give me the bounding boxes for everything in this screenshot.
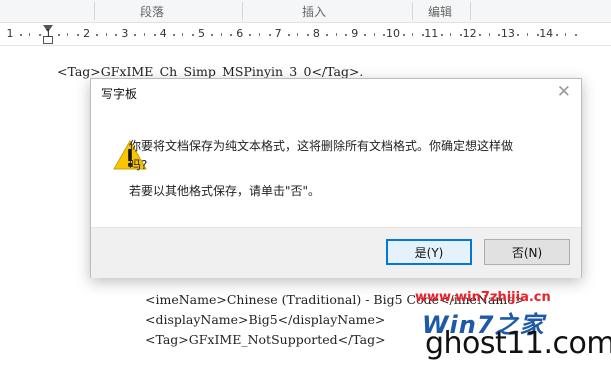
ruler-number: 14 [539, 27, 554, 40]
ruler-tick [38, 34, 41, 36]
ruler-tick [412, 33, 414, 36]
ruler-tick [153, 34, 156, 36]
ruler-tick [373, 33, 375, 36]
ruler-number: 7 [274, 27, 282, 40]
document-line: <Tag>GFxIME_Ch_Simp_MSPinyin_3_0</Tag>. [57, 64, 364, 79]
ruler-tick [249, 34, 252, 36]
ruler-tick [287, 34, 290, 36]
ruler-tick [211, 34, 214, 36]
document-line: <displayName>Big5</displayName> [145, 312, 386, 327]
dialog-message-line: 吗? [129, 158, 148, 172]
ruler-tick [96, 34, 99, 36]
ribbon-separator [242, 2, 243, 20]
ruler-number: 3 [121, 27, 129, 40]
ruler-number: 6 [236, 27, 244, 40]
ruler-number: 9 [351, 27, 359, 40]
dialog-titlebar[interactable]: 写字板 ✕ [91, 79, 581, 107]
ruler-tick [527, 33, 529, 36]
ruler-tick [325, 34, 328, 36]
ruler-tick [144, 33, 146, 36]
ruler-tick [565, 33, 567, 36]
ribbon-separator [94, 2, 95, 20]
no-button[interactable]: 否(N) [484, 239, 570, 265]
ribbon-group-paragraph[interactable]: 段落 [140, 3, 164, 20]
ruler-tick [364, 34, 367, 36]
ruler-tick [574, 34, 577, 36]
save-format-dialog: 写字板 ✕ 你要将文档保存为纯文本格式，这将删除所有文档格式。你确定想这样做 吗… [90, 78, 582, 278]
ruler-number: 4 [159, 27, 167, 40]
ruler-number: 13 [500, 27, 515, 40]
ruler-tick [345, 34, 348, 36]
ruler-tick [555, 34, 558, 36]
ruler-tick [488, 33, 490, 36]
ruler-tick [220, 33, 222, 36]
yes-button[interactable]: 是(Y) [386, 239, 472, 265]
dialog-secondary-message: 若要以其他格式保存，请单击"否"。 [129, 184, 321, 198]
ruler-tick [67, 33, 69, 36]
ruler-tick [517, 34, 520, 36]
ruler-tick [19, 34, 22, 36]
ruler-tick [450, 33, 452, 36]
ruler-number: 11 [424, 27, 439, 40]
ruler-tick [258, 33, 260, 36]
ruler-number: 1 [6, 27, 14, 40]
dialog-message: 你要将文档保存为纯文本格式，这将删除所有文档格式。你确定想这样做 吗? [129, 137, 569, 175]
ruler-number: 8 [312, 27, 320, 40]
ruler-tick [77, 34, 80, 36]
ruler-number: 5 [198, 27, 205, 40]
ruler-tick [29, 33, 31, 36]
ruler-number: 10 [386, 27, 400, 40]
ribbon-separator [470, 2, 471, 20]
ruler-tick [57, 34, 60, 36]
document-line: <Tag>GFxIME_NotSupported</Tag> [145, 332, 386, 347]
ribbon-group-insert[interactable]: 插入 [302, 3, 326, 20]
dialog-message-line: 你要将文档保存为纯文本格式，这将删除所有文档格式。你确定想这样做 [129, 139, 514, 153]
ribbon-group-bar: 段落 插入 编辑 [0, 0, 611, 23]
ruler-tick [335, 33, 337, 36]
dialog-title: 写字板 [101, 87, 138, 101]
ruler-tick [268, 34, 271, 36]
ruler[interactable]: 1 1 2 3 4 5 6 7 8 9 10 11 12 13 14 [0, 23, 611, 46]
ruler-tick [402, 34, 405, 36]
ruler-number: 2 [83, 27, 91, 40]
close-icon[interactable]: ✕ [557, 82, 571, 102]
ruler-tick [306, 34, 309, 36]
ruler-tick [230, 34, 233, 36]
dialog-footer: 是(Y) 否(N) [91, 227, 581, 278]
ruler-tick [479, 34, 482, 36]
ruler-number: 1 [44, 27, 52, 40]
ruler-tick [297, 33, 299, 36]
ruler-tick [105, 33, 107, 36]
dialog-content: 你要将文档保存为纯文本格式，这将删除所有文档格式。你确定想这样做 吗? 若要以其… [91, 107, 581, 227]
ribbon-separator [412, 2, 413, 20]
ruler-number: 12 [462, 27, 477, 40]
ruler-tick [182, 33, 184, 36]
ruler-tick [172, 34, 175, 36]
ribbon-group-edit[interactable]: 编辑 [428, 3, 452, 20]
ruler-tick [440, 34, 443, 36]
watermark-url: www.win7zhijia.cn [415, 290, 551, 305]
ruler-tick [134, 34, 137, 36]
watermark-site: ghost11.com [425, 326, 611, 361]
ruler-tick [115, 34, 118, 36]
ruler-tick [191, 34, 194, 36]
